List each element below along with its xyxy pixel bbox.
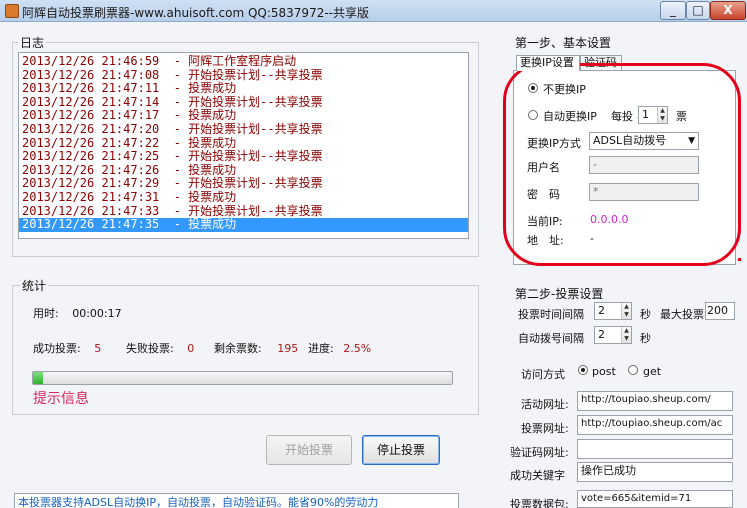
fail-value: 0: [187, 342, 195, 355]
log-line-selected[interactable]: 2013/12/26 21:47:35 - 投票成功: [19, 218, 468, 232]
minimize-button[interactable]: _: [660, 1, 686, 20]
fail-stat: 失败投票: 0: [126, 340, 194, 356]
log-line[interactable]: 2013/12/26 21:47:11 - 投票成功: [19, 82, 468, 96]
log-line[interactable]: 2013/12/26 21:46:59 - 阿辉工作室程序启动: [19, 54, 468, 69]
step1-label: 第一步、基本设置: [515, 36, 612, 50]
method-label: 更换IP方式: [527, 137, 581, 150]
username-field[interactable]: -: [589, 156, 699, 174]
per-vote-stepper[interactable]: 1 ▲ ▼: [638, 106, 668, 124]
vote-url-field[interactable]: http://toupiao.sheup.com/ac: [577, 415, 733, 435]
method-select[interactable]: ADSL自动拨号 ▼: [589, 132, 699, 150]
success-keyword-field[interactable]: 操作已成功: [577, 462, 733, 482]
close-button[interactable]: X: [710, 1, 746, 20]
app-icon: [5, 4, 19, 18]
interval-unit: 秒: [640, 308, 651, 321]
log-line[interactable]: 2013/12/26 21:47:17 - 投票成功: [19, 109, 468, 123]
remaining-stat: 剩余票数: 195: [214, 340, 298, 356]
interval-label: 投票时间间隔: [518, 308, 584, 321]
log-line[interactable]: 2013/12/26 21:47:29 - 开始投票计划--共享投票: [19, 177, 468, 191]
get-radio[interactable]: [628, 365, 638, 375]
activity-url-field[interactable]: http://toupiao.sheup.com/: [577, 391, 733, 411]
vote-unit-label: 票: [676, 110, 687, 123]
log-line[interactable]: 2013/12/26 21:47:25 - 开始投票计划--共享投票: [19, 150, 468, 164]
log-list[interactable]: 2013/12/26 21:46:59 - 阿辉工作室程序启动 2013/12/…: [18, 52, 469, 239]
vote-data-field[interactable]: vote=665&itemid=71: [577, 490, 733, 508]
stepper-arrows-icon[interactable]: ▲ ▼: [621, 327, 631, 343]
captcha-url-label: 验证码网址:: [510, 446, 569, 459]
maximize-button[interactable]: □: [686, 1, 710, 20]
max-vote-field[interactable]: 200: [705, 302, 735, 320]
annotation-dot: [738, 258, 741, 261]
start-vote-button[interactable]: 开始投票: [266, 435, 352, 465]
current-ip-value: 0.0.0.0: [590, 213, 629, 226]
address-value: -: [590, 232, 594, 245]
progress-label: 进度:: [308, 342, 334, 355]
no-change-ip-label[interactable]: 不更换IP: [543, 81, 586, 97]
post-label[interactable]: post: [592, 365, 616, 378]
title-bar: 阿辉自动投票刷票器-www.ahuisoft.com QQ:5837972--共…: [0, 0, 747, 22]
success-keyword-label: 成功关键字: [510, 469, 565, 482]
time-value: 00:00:17: [72, 307, 122, 320]
stats-label: 统计: [20, 277, 49, 294]
per-vote-value: 1: [642, 108, 649, 121]
hint-text: 提示信息: [33, 391, 89, 407]
max-vote-label: 最大投票: [660, 308, 704, 321]
vote-url-label: 投票网址:: [521, 422, 569, 435]
stepper-arrows-icon[interactable]: ▲ ▼: [657, 107, 667, 123]
progress-bar: [32, 371, 453, 385]
dial-stepper[interactable]: 2 ▲ ▼: [594, 326, 632, 344]
success-stat: 成功投票: 5: [33, 340, 101, 356]
interval-value: 2: [598, 304, 605, 317]
per-vote-label: 每投: [611, 110, 633, 123]
auto-change-ip-label[interactable]: 自动更换IP: [543, 108, 597, 124]
remaining-label: 剩余票数:: [214, 342, 262, 355]
password-field[interactable]: *: [589, 183, 699, 201]
progress-value: 2.5%: [343, 342, 372, 355]
no-change-ip-radio[interactable]: [528, 83, 538, 93]
stepper-arrows-icon[interactable]: ▲ ▼: [621, 303, 631, 319]
method-value: ADSL自动拨号: [593, 134, 667, 147]
stop-vote-button[interactable]: 停止投票: [362, 435, 440, 465]
progress-fill: [33, 372, 44, 384]
tab-ip-settings[interactable]: 更换IP设置: [516, 55, 580, 71]
address-label: 地 址:: [527, 234, 564, 247]
step2-label: 第二步-投票设置: [515, 287, 604, 301]
success-label: 成功投票:: [33, 342, 81, 355]
post-radio[interactable]: [578, 365, 588, 375]
log-line[interactable]: 2013/12/26 21:47:20 - 开始投票计划--共享投票: [19, 122, 468, 137]
activity-url-label: 活动网址:: [521, 398, 569, 411]
window-title: 阿辉自动投票刷票器-www.ahuisoft.com QQ:5837972--共…: [22, 6, 369, 20]
time-label: 用时:: [33, 307, 59, 320]
access-method-label: 访问方式: [521, 368, 565, 381]
dial-value: 2: [598, 328, 605, 341]
fail-label: 失败投票:: [126, 342, 174, 355]
progress-stat: 进度: 2.5%: [308, 340, 371, 356]
current-ip-label: 当前IP:: [527, 215, 563, 228]
time-stat: 用时: 00:00:17: [33, 305, 122, 321]
username-label: 用户名: [527, 161, 560, 174]
log-label: 日志: [18, 34, 47, 51]
tab-captcha[interactable]: 验证码: [580, 55, 622, 71]
dial-label: 自动拨号间隔: [518, 332, 584, 345]
interval-stepper[interactable]: 2 ▲ ▼: [594, 302, 632, 320]
log-line[interactable]: 2013/12/26 21:47:31 - 投票成功: [19, 190, 468, 205]
remaining-value: 195: [277, 342, 299, 355]
dial-unit: 秒: [640, 332, 651, 345]
vote-data-label: 投票数据包:: [510, 498, 569, 508]
success-value: 5: [94, 342, 102, 355]
auto-change-ip-radio[interactable]: [528, 110, 538, 120]
password-label: 密 码: [527, 188, 560, 201]
chevron-down-icon[interactable]: ▼: [688, 133, 695, 149]
get-label[interactable]: get: [643, 365, 661, 378]
bottom-note: 本投票器支持ADSL自动换IP，自动投票，自动验证码。能省90%的劳动力: [14, 493, 459, 508]
captcha-url-field[interactable]: [577, 439, 733, 459]
